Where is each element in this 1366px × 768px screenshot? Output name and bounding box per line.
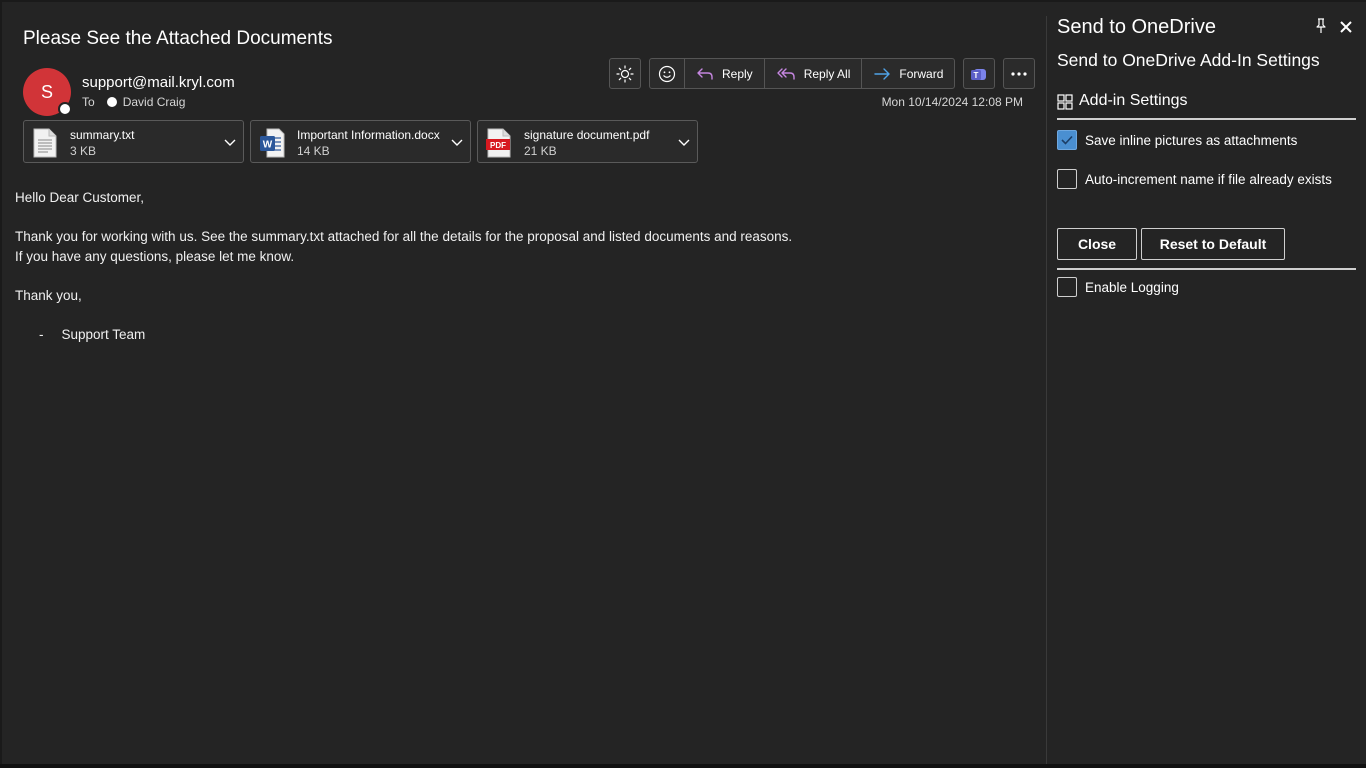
brightness-button[interactable] (609, 58, 641, 89)
chevron-down-icon[interactable] (450, 135, 464, 149)
option-enable-logging[interactable]: Enable Logging (1057, 277, 1179, 297)
body-greeting: Hello Dear Customer, (15, 190, 145, 205)
settings-title: Send to OneDrive Add-In Settings (1057, 50, 1320, 70)
presence-status-icon (58, 102, 72, 116)
checkmark-icon (1061, 135, 1073, 145)
svg-text:PDF: PDF (490, 141, 506, 150)
attachment-size: 14 KB (297, 144, 330, 158)
chevron-down-icon[interactable] (677, 135, 691, 149)
section-divider (1057, 268, 1356, 270)
checkbox-checked[interactable] (1057, 130, 1077, 150)
taskbar-edge (0, 764, 1366, 768)
attachment-item[interactable]: W Important Information.docx 14 KB (250, 120, 471, 163)
forward-icon (874, 67, 891, 80)
sun-icon (616, 64, 634, 83)
option-label: Auto-increment name if file already exis… (1085, 171, 1332, 187)
checkbox-unchecked[interactable] (1057, 169, 1077, 189)
email-subject: Please See the Attached Documents (23, 28, 333, 49)
reply-icon (697, 67, 713, 80)
recipient-name[interactable]: David Craig (123, 95, 186, 109)
attachment-name: Important Information.docx (297, 128, 440, 142)
attachment-item[interactable]: summary.txt 3 KB (23, 120, 244, 163)
reply-label: Reply (722, 66, 753, 81)
received-date: Mon 10/14/2024 12:08 PM (881, 95, 1023, 109)
settings-buttons: Close Reset to Default (1057, 228, 1285, 260)
avatar-initial: S (40, 81, 53, 102)
addin-settings-header: Add-in Settings (1057, 92, 1356, 120)
apps-grid-icon (1057, 94, 1073, 110)
option-label: Save inline pictures as attachments (1085, 132, 1298, 148)
body-paragraph: If you have any questions, please let me… (15, 248, 295, 264)
attachment-name: summary.txt (70, 128, 135, 142)
forward-button[interactable]: Forward (862, 59, 954, 88)
attachment-size: 21 KB (524, 144, 557, 158)
signature: - Support Team (15, 325, 792, 345)
recipient-row: To David Craig (82, 95, 185, 109)
chevron-down-icon[interactable] (223, 135, 237, 149)
forward-label: Forward (899, 66, 944, 81)
reply-button[interactable]: Reply (685, 59, 765, 88)
attachment-size: 3 KB (70, 144, 97, 158)
body-closing: Thank you, (15, 287, 82, 303)
word-file-icon: W (260, 128, 285, 158)
addin-pane: Send to OneDrive Send to OneDrive Add-In… (1047, 0, 1366, 768)
svg-text:T: T (974, 71, 979, 80)
reading-pane: Please See the Attached Documents S supp… (0, 0, 1046, 768)
reply-all-button[interactable]: Reply All (765, 59, 863, 88)
response-button-group: Reply Reply All Forward (649, 58, 956, 89)
more-actions-button[interactable] (1003, 58, 1036, 89)
emoji-reaction-button[interactable] (650, 59, 685, 88)
checkbox-unchecked[interactable] (1057, 277, 1077, 297)
message-toolbar: Reply Reply All Forward T (609, 58, 1036, 89)
option-label: Enable Logging (1085, 279, 1179, 295)
emoji-icon (658, 65, 676, 82)
attachment-list: summary.txt 3 KB W Important Information… (23, 120, 698, 163)
pin-icon[interactable] (1314, 18, 1328, 34)
option-save-inline-pictures[interactable]: Save inline pictures as attachments (1057, 130, 1297, 150)
section-title: Add-in Settings (1079, 92, 1188, 109)
addin-pane-title: Send to OneDrive (1057, 16, 1216, 38)
signature-name: Support Team (61, 326, 146, 342)
teams-icon: T (971, 68, 987, 80)
reply-all-label: Reply All (803, 66, 851, 81)
signature-dash: - (39, 326, 44, 342)
pdf-file-icon: PDF (486, 128, 511, 158)
reply-all-icon (776, 67, 795, 80)
svg-text:W: W (263, 140, 273, 151)
to-label: To (82, 95, 95, 109)
attachment-name: signature document.pdf (524, 128, 650, 142)
sender-address[interactable]: support@mail.kryl.com (82, 74, 235, 91)
email-body: Hello Dear Customer, Thank you for worki… (15, 188, 792, 344)
close-icon[interactable] (1340, 21, 1352, 33)
option-auto-increment-name[interactable]: Auto-increment name if file already exis… (1057, 169, 1332, 189)
attachment-item[interactable]: PDF signature document.pdf 21 KB (477, 120, 698, 163)
more-icon (1011, 71, 1027, 76)
body-paragraph: Thank you for working with us. See the s… (15, 229, 793, 244)
close-button[interactable]: Close (1057, 228, 1137, 260)
reset-to-default-button[interactable]: Reset to Default (1141, 228, 1285, 260)
text-file-icon (33, 128, 57, 158)
teams-button[interactable]: T (963, 58, 996, 89)
recipient-presence-icon (106, 97, 117, 107)
